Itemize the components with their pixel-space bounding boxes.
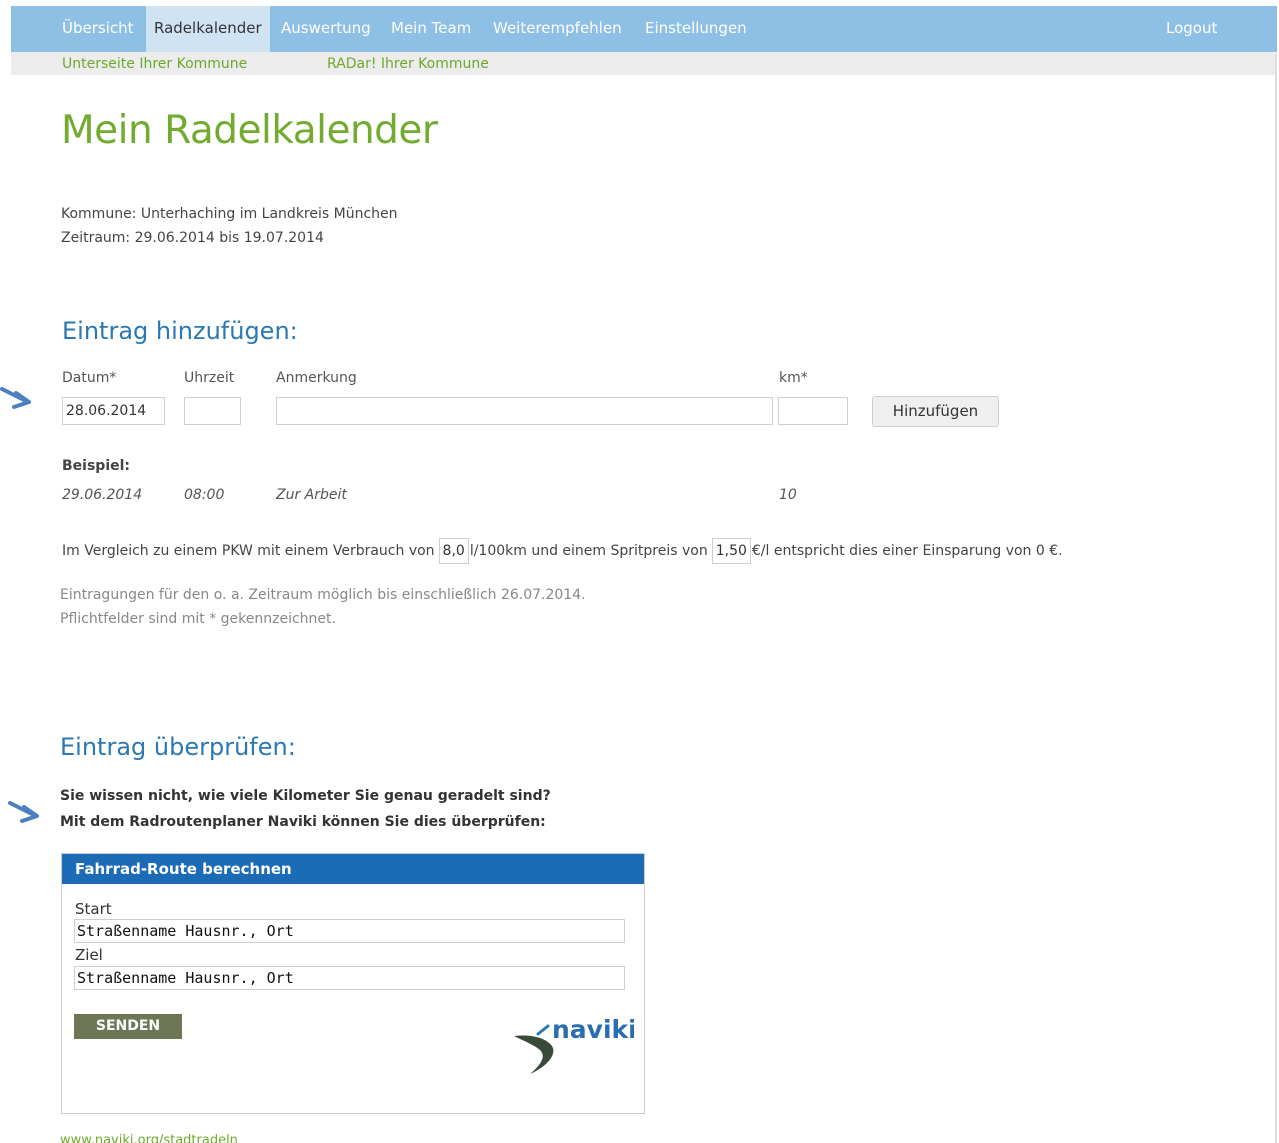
subnav-item-radar[interactable]: RADar! Ihrer Kommune bbox=[327, 52, 489, 76]
arrow-pointer-icon bbox=[8, 801, 39, 823]
calc-text-3: €/l entspricht dies einer Einsparung von… bbox=[751, 543, 1063, 559]
calc-text-1: Im Vergleich zu einem PKW mit einem Verb… bbox=[62, 543, 435, 559]
widget-title: Fahrrad-Route berechnen bbox=[62, 854, 644, 884]
nav-item-einstellungen[interactable]: Einstellungen bbox=[645, 6, 747, 52]
route-planner-widget: Fahrrad-Route berechnen Start Straßennam… bbox=[61, 853, 645, 1114]
naviki-logo-text: naviki bbox=[552, 1015, 634, 1044]
subnav-item-unterseite[interactable]: Unterseite Ihrer Kommune bbox=[62, 52, 247, 76]
zeitraum-info: Zeitraum: 29.06.2014 bis 19.07.2014 bbox=[61, 230, 324, 246]
example-title: Beispiel: bbox=[62, 458, 131, 474]
start-label: Start bbox=[75, 900, 112, 918]
datum-input[interactable]: 28.06.2014 bbox=[62, 397, 165, 425]
logout-link[interactable]: Logout bbox=[1166, 6, 1217, 52]
ziel-input[interactable]: Straßenname Hausnr., Ort bbox=[74, 966, 625, 990]
main-nav: Übersicht Radelkalender Auswertung Mein … bbox=[11, 6, 1277, 52]
senden-button[interactable]: SENDEN bbox=[74, 1014, 182, 1039]
savings-calculation: Im Vergleich zu einem PKW mit einem Verb… bbox=[62, 537, 1063, 565]
ziel-label: Ziel bbox=[75, 946, 103, 964]
add-entry-heading: Eintrag hinzufügen: bbox=[62, 317, 298, 345]
deadline-note: Eintragungen für den o. a. Zeitraum mögl… bbox=[60, 587, 586, 603]
nav-item-weiterempfehlen[interactable]: Weiterempfehlen bbox=[493, 6, 622, 52]
required-note: Pflichtfelder sind mit * gekennzeichnet. bbox=[60, 611, 336, 627]
arrow-pointer-icon bbox=[0, 387, 31, 409]
nav-item-radelkalender[interactable]: Radelkalender bbox=[146, 6, 270, 52]
example-km: 10 bbox=[779, 487, 797, 503]
nav-item-mein-team[interactable]: Mein Team bbox=[391, 6, 471, 52]
check-question-line2: Mit dem Radroutenplaner Naviki können Si… bbox=[60, 814, 546, 830]
start-input[interactable]: Straßenname Hausnr., Ort bbox=[74, 919, 625, 943]
naviki-link[interactable]: www.naviki.org/stadtradeln bbox=[60, 1133, 238, 1143]
anmerkung-label: Anmerkung bbox=[276, 370, 357, 386]
verbrauch-input[interactable]: 8,0 bbox=[438, 538, 469, 564]
right-divider bbox=[1275, 54, 1277, 1143]
check-entry-heading: Eintrag überprüfen: bbox=[60, 733, 296, 761]
nav-item-auswertung[interactable]: Auswertung bbox=[281, 6, 371, 52]
uhrzeit-label: Uhrzeit bbox=[184, 370, 235, 386]
nav-item-uebersicht[interactable]: Übersicht bbox=[62, 6, 134, 52]
kommune-info: Kommune: Unterhaching im Landkreis Münch… bbox=[61, 206, 398, 222]
example-anmerkung: Zur Arbeit bbox=[276, 487, 347, 503]
km-input[interactable] bbox=[778, 397, 848, 425]
example-datum: 29.06.2014 bbox=[62, 487, 143, 503]
anmerkung-input[interactable] bbox=[276, 397, 773, 425]
sub-nav: Unterseite Ihrer Kommune RADar! Ihrer Ko… bbox=[11, 52, 1277, 75]
example-uhrzeit: 08:00 bbox=[184, 487, 225, 503]
uhrzeit-input[interactable] bbox=[184, 397, 241, 425]
km-label: km* bbox=[779, 370, 808, 386]
calc-text-2: l/100km und einem Spritpreis von bbox=[469, 543, 708, 559]
page-title: Mein Radelkalender bbox=[61, 108, 438, 153]
datum-label: Datum* bbox=[62, 370, 117, 386]
check-question-line1: Sie wissen nicht, wie viele Kilometer Si… bbox=[60, 788, 551, 804]
naviki-logo[interactable]: naviki bbox=[510, 1010, 634, 1080]
hinzufuegen-button[interactable]: Hinzufügen bbox=[872, 396, 999, 427]
spritpreis-input[interactable]: 1,50 bbox=[711, 538, 751, 564]
